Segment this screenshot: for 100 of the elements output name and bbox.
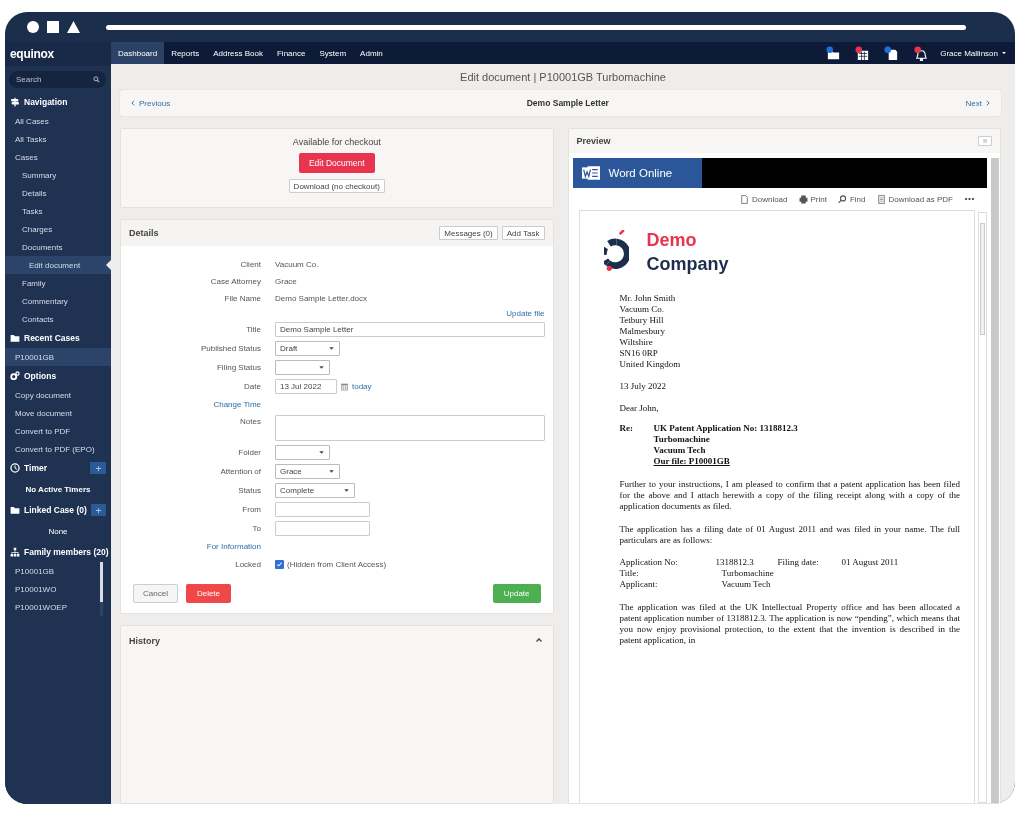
field-link[interactable]: Change Time (129, 400, 261, 409)
field-label: To (251, 524, 261, 533)
table-cell-text: Filing date: (777, 557, 820, 568)
triangle-icon (67, 21, 80, 33)
update-file-link[interactable]: Update file (506, 309, 545, 318)
cancel-button[interactable]: Cancel (133, 584, 178, 603)
section-title: Recent Cases (24, 333, 81, 343)
toolbar-button[interactable]: Find (837, 194, 866, 204)
empty-note: No Active Timers (24, 483, 92, 496)
chevron-left-icon (130, 100, 136, 106)
dropdown[interactable] (275, 445, 330, 460)
next-link[interactable]: Next (965, 98, 991, 108)
section-title: Linked Case (0) (24, 505, 87, 515)
nav-tab[interactable]: Finance (269, 42, 313, 64)
checkout-status: Available for checkout (292, 137, 381, 147)
dropdown[interactable]: Grace (275, 464, 340, 479)
table-cell-text: Turbomachine (720, 568, 775, 579)
letter-paragraph: The application has a filing date of 01 August 2011 and was filed in your name. The full particulars are as follows: (619, 524, 960, 546)
pdf-document-icon (876, 194, 886, 204)
card-title: History (129, 636, 161, 646)
calendar-icon (340, 382, 349, 391)
dropdown[interactable] (275, 360, 330, 375)
delete-button[interactable]: Delete (185, 584, 232, 603)
word-logo-icon (581, 164, 600, 182)
caret-down-icon (318, 449, 325, 456)
toolbar-button[interactable]: Download as PDF (876, 194, 953, 204)
section-title: Navigation (24, 97, 69, 107)
previous-link[interactable]: Previous (130, 98, 171, 108)
user-menu[interactable]: Grace Mallinson (940, 48, 1007, 58)
add-button[interactable] (90, 462, 106, 474)
salutation: Dear John, (619, 403, 659, 413)
add-button[interactable] (90, 504, 106, 516)
dropdown[interactable]: Draft (275, 341, 340, 356)
field-label: Date (243, 382, 261, 391)
nav-item[interactable]: P10001WOEP (5, 598, 100, 616)
nav-tab[interactable]: Reports (164, 42, 207, 64)
scrollbar[interactable] (991, 158, 999, 803)
header-button[interactable]: Messages (0) (439, 226, 498, 240)
dropdown[interactable]: Complete (275, 483, 355, 498)
today-link[interactable]: today (352, 382, 372, 391)
nav-item[interactable]: P10001GB (5, 348, 111, 366)
date-field[interactable]: 13 Jul 2022 (275, 379, 337, 394)
toolbar-button[interactable]: Print (798, 194, 827, 204)
notes-field[interactable] (275, 415, 545, 441)
nav-item[interactable]: Tasks (5, 202, 111, 220)
nav-tab[interactable]: System (312, 42, 354, 64)
address-line: United Kingdom (619, 359, 681, 369)
nav-tab[interactable]: Admin (353, 42, 390, 64)
address-line: SN16 0RP (619, 348, 658, 358)
nav-item[interactable]: Charges (5, 220, 111, 238)
document-icon[interactable] (884, 45, 900, 61)
section-title: Timer (24, 463, 48, 473)
app-name: Word Online (608, 167, 673, 179)
nav-item[interactable]: Documents (5, 238, 111, 256)
folder-icon[interactable] (826, 45, 842, 61)
address-line: Vacuum Co. (619, 304, 664, 314)
gears-icon (10, 371, 20, 381)
nav-item[interactable]: All Cases (5, 112, 111, 130)
field-link[interactable]: For Information (129, 542, 261, 551)
nav-item[interactable]: P10001GB (5, 562, 100, 580)
text-field[interactable] (275, 502, 370, 517)
nav-item[interactable]: Commentary (5, 292, 111, 310)
search-field[interactable]: Search (9, 71, 106, 88)
nav-item[interactable]: Edit document (5, 256, 111, 274)
page-title: Edit document | P10001GB Turbomachine (459, 70, 667, 85)
nav-item[interactable]: Summary (5, 166, 111, 184)
toolbar-button[interactable]: Download (739, 194, 788, 204)
nav-item[interactable]: Convert to PDF (EPO) (5, 440, 111, 458)
calendar-icon[interactable] (855, 45, 871, 61)
download-button[interactable]: Download (no checkout) (288, 179, 385, 193)
logo-text: Company (646, 253, 729, 276)
field-label: File Name (223, 294, 261, 303)
text-field[interactable]: Demo Sample Letter (275, 322, 545, 337)
scrollbar[interactable] (100, 562, 103, 616)
nav-item[interactable]: Details (5, 184, 111, 202)
field-label: Folder (237, 448, 261, 457)
reference-line: UK Patent Application No: 1318812.3 (653, 423, 798, 433)
address-line: Mr. John Smith (619, 293, 676, 303)
card-title: Preview (576, 136, 611, 146)
nav-item[interactable]: Move document (5, 404, 111, 422)
text-field[interactable] (275, 521, 370, 536)
field-label: Case Attorney (209, 277, 261, 286)
nav-tab[interactable]: Dashboard (111, 42, 165, 64)
header-button[interactable]: Add Task (501, 226, 545, 240)
edit-document-button[interactable]: Edit Document (298, 153, 375, 173)
checkbox[interactable] (275, 560, 284, 569)
nav-item[interactable]: Copy document (5, 386, 111, 404)
nav-item[interactable]: Family (5, 274, 111, 292)
field-value: Vacuum Co. (275, 260, 320, 269)
nav-item[interactable]: P10001WO (5, 580, 100, 598)
nav-tab[interactable]: Address Book (206, 42, 270, 64)
caret-down-icon (328, 345, 335, 352)
nav-item[interactable]: Cases (5, 148, 111, 166)
table-cell-text: Applicant: (619, 579, 659, 590)
bell-icon[interactable] (913, 45, 929, 61)
scrollbar[interactable] (978, 212, 987, 803)
nav-item[interactable]: Contacts (5, 310, 111, 328)
nav-item[interactable]: Convert to PDF (5, 422, 111, 440)
nav-item[interactable]: All Tasks (5, 130, 111, 148)
more-icon[interactable] (964, 196, 975, 202)
